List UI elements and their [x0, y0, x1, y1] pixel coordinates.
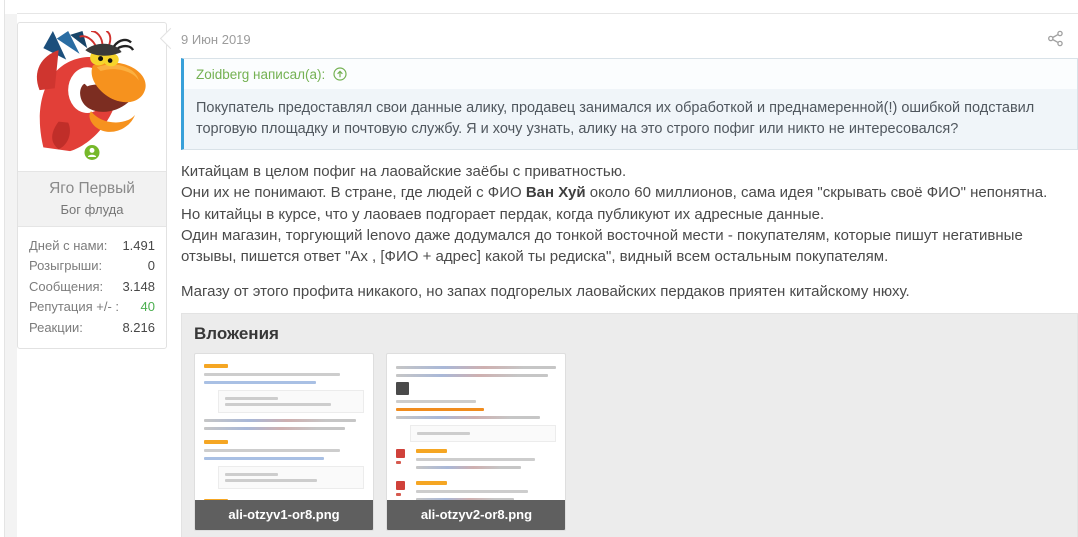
post-header: 9 Июн 2019: [181, 14, 1078, 54]
online-indicator-icon: [84, 145, 100, 160]
user-title: Бог флуда: [60, 202, 124, 217]
body-line-1: Китайцам в целом пофиг на лаовайские заё…: [181, 163, 627, 180]
stat-label: Репутация +/- :: [29, 299, 120, 315]
attachment-thumbnail-1[interactable]: ali-otzyv1-or8.png: [194, 352, 374, 531]
body-line-2-bold: Ван Хуй: [525, 184, 586, 202]
stat-value: 0: [147, 258, 155, 274]
post-paragraph: Магазу от этого профита никакого, но зап…: [181, 281, 1078, 302]
stat-row-reputation: Репутация +/- : 40: [29, 297, 155, 317]
quote-attribution-link[interactable]: Zoidberg написал(а):: [184, 59, 1077, 89]
stat-row-messages: Сообщения: 3.148: [29, 277, 155, 297]
stat-value: 3.148: [122, 278, 155, 294]
stat-value-reputation: 40: [140, 299, 155, 315]
post-body: Китайцам в целом пофиг на лаовайские заё…: [181, 161, 1078, 303]
quote-block: Zoidberg написал(а): Покупатель предоста…: [181, 58, 1078, 150]
stat-row-days: Дней с нами: 1.491: [29, 236, 155, 256]
username-link[interactable]: Яго Первый: [22, 180, 162, 198]
user-stats: Дней с нами: 1.491 Розыгрыши: 0 Сообщени…: [18, 227, 166, 348]
user-info-card: Яго Первый Бог флуда Дней с нами: 1.491 …: [17, 22, 167, 350]
quote-attribution-text: Zoidberg написал(а):: [196, 67, 326, 82]
page-left-gutter: [5, 14, 17, 537]
attachments-section: Вложения ali-otzyv1-or8.png ali-otzyv2-o…: [181, 312, 1078, 537]
user-name-box: Яго Первый Бог флуда: [18, 171, 166, 227]
body-line-2-pre: Они их не понимают. В стране, где людей …: [181, 184, 526, 202]
attachment-preview-sketch: [387, 354, 565, 500]
stat-value: 1.491: [122, 238, 155, 253]
post-paragraph: Китайцам в целом пофиг на лаовайские заё…: [181, 161, 1078, 267]
body-line-3: Но китайцы в курсе, что у лаоваев подгор…: [181, 205, 825, 223]
share-icon[interactable]: [1047, 30, 1064, 47]
attachment-filename: ali-otzyv1-or8.png: [195, 499, 373, 530]
attachment-filename: ali-otzyv2-or8.png: [387, 499, 566, 530]
post-date: 9 Июн 2019: [181, 32, 251, 47]
body-line-4: Один магазин, торгующий lenovo даже доду…: [181, 226, 1023, 266]
stat-label: Реакции:: [29, 319, 83, 335]
attachment-preview-sketch: [195, 354, 373, 500]
forum-post-page: Яго Первый Бог флуда Дней с нами: 1.491 …: [0, 0, 1078, 537]
stat-value: 8.216: [122, 319, 155, 335]
stat-row-giveaways: Розыгрыши: 0: [29, 256, 155, 276]
quote-text: Покупатель предоставлял свои данные алик…: [184, 89, 1077, 149]
arrow-up-circle-icon: [333, 67, 347, 81]
stat-row-reactions: Реакции: 8.216: [29, 318, 155, 338]
avatar-area: [18, 23, 166, 171]
attachments-heading: Вложения: [194, 323, 279, 343]
stat-label: Сообщения:: [29, 278, 104, 294]
post-message: 9 Июн 2019 Zoidberg написал(а): Покупате…: [181, 14, 1078, 537]
attachment-thumbnail-2[interactable]: ali-otzyv2-or8.png: [386, 352, 567, 531]
stat-label: Розыгрыши:: [29, 258, 103, 274]
stat-label: Дней с нами:: [29, 238, 108, 253]
body-line-2-post: около 60 миллионов, сама идея "скрывать …: [585, 184, 1048, 202]
avatar[interactable]: [30, 31, 154, 155]
body-paragraph-2: Магазу от этого профита никакого, но зап…: [181, 283, 910, 301]
